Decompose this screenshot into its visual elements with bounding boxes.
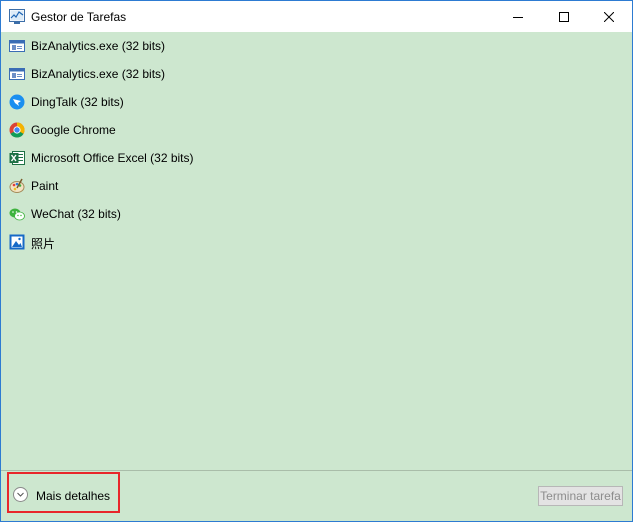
- end-task-button[interactable]: Terminar tarefa: [538, 486, 623, 506]
- list-item[interactable]: Google Chrome: [1, 116, 632, 144]
- app-label: WeChat (32 bits): [31, 207, 121, 221]
- list-item[interactable]: 照片: [1, 228, 632, 256]
- window-title: Gestor de Tarefas: [31, 10, 127, 24]
- excel-icon: [9, 151, 25, 165]
- app-label: Microsoft Office Excel (32 bits): [31, 151, 194, 165]
- list-item[interactable]: Microsoft Office Excel (32 bits): [1, 144, 632, 172]
- chrome-icon: [9, 122, 25, 138]
- window-app-icon: [9, 40, 25, 52]
- list-item[interactable]: WeChat (32 bits): [1, 200, 632, 228]
- close-icon: [604, 11, 614, 22]
- maximize-icon: [559, 11, 569, 22]
- list-item[interactable]: DingTalk (32 bits): [1, 88, 632, 116]
- app-label: 照片: [31, 237, 56, 251]
- minimize-button[interactable]: [495, 1, 541, 32]
- maximize-button[interactable]: [541, 1, 587, 32]
- app-label: DingTalk (32 bits): [31, 95, 124, 109]
- more-details-label: Mais detalhes: [36, 489, 111, 503]
- app-label: Google Chrome: [31, 123, 116, 137]
- footer-divider: [1, 470, 632, 471]
- app-label: Paint: [31, 179, 59, 193]
- task-manager-icon: [9, 9, 25, 24]
- minimize-icon: [513, 16, 523, 18]
- list-item[interactable]: BizAnalytics.exe (32 bits): [1, 32, 632, 60]
- title-bar[interactable]: Gestor de Tarefas: [1, 1, 632, 32]
- list-item[interactable]: BizAnalytics.exe (32 bits): [1, 60, 632, 88]
- app-list: BizAnalytics.exe (32 bits) BizAnalytics.…: [1, 32, 632, 256]
- paint-icon: [9, 178, 25, 193]
- close-button[interactable]: [586, 1, 632, 32]
- dingtalk-icon: [9, 94, 25, 110]
- wechat-icon: [9, 208, 25, 221]
- window-app-icon: [9, 68, 25, 80]
- app-label: BizAnalytics.exe (32 bits): [31, 39, 166, 53]
- photos-icon: [9, 234, 25, 250]
- chevron-down-icon: [13, 487, 28, 502]
- more-details-toggle[interactable]: Mais detalhes: [7, 472, 120, 513]
- app-label: BizAnalytics.exe (32 bits): [31, 67, 166, 81]
- task-manager-window: Gestor de Tarefas BizAnalytics.exe (32 b…: [0, 0, 633, 522]
- list-item[interactable]: Paint: [1, 172, 632, 200]
